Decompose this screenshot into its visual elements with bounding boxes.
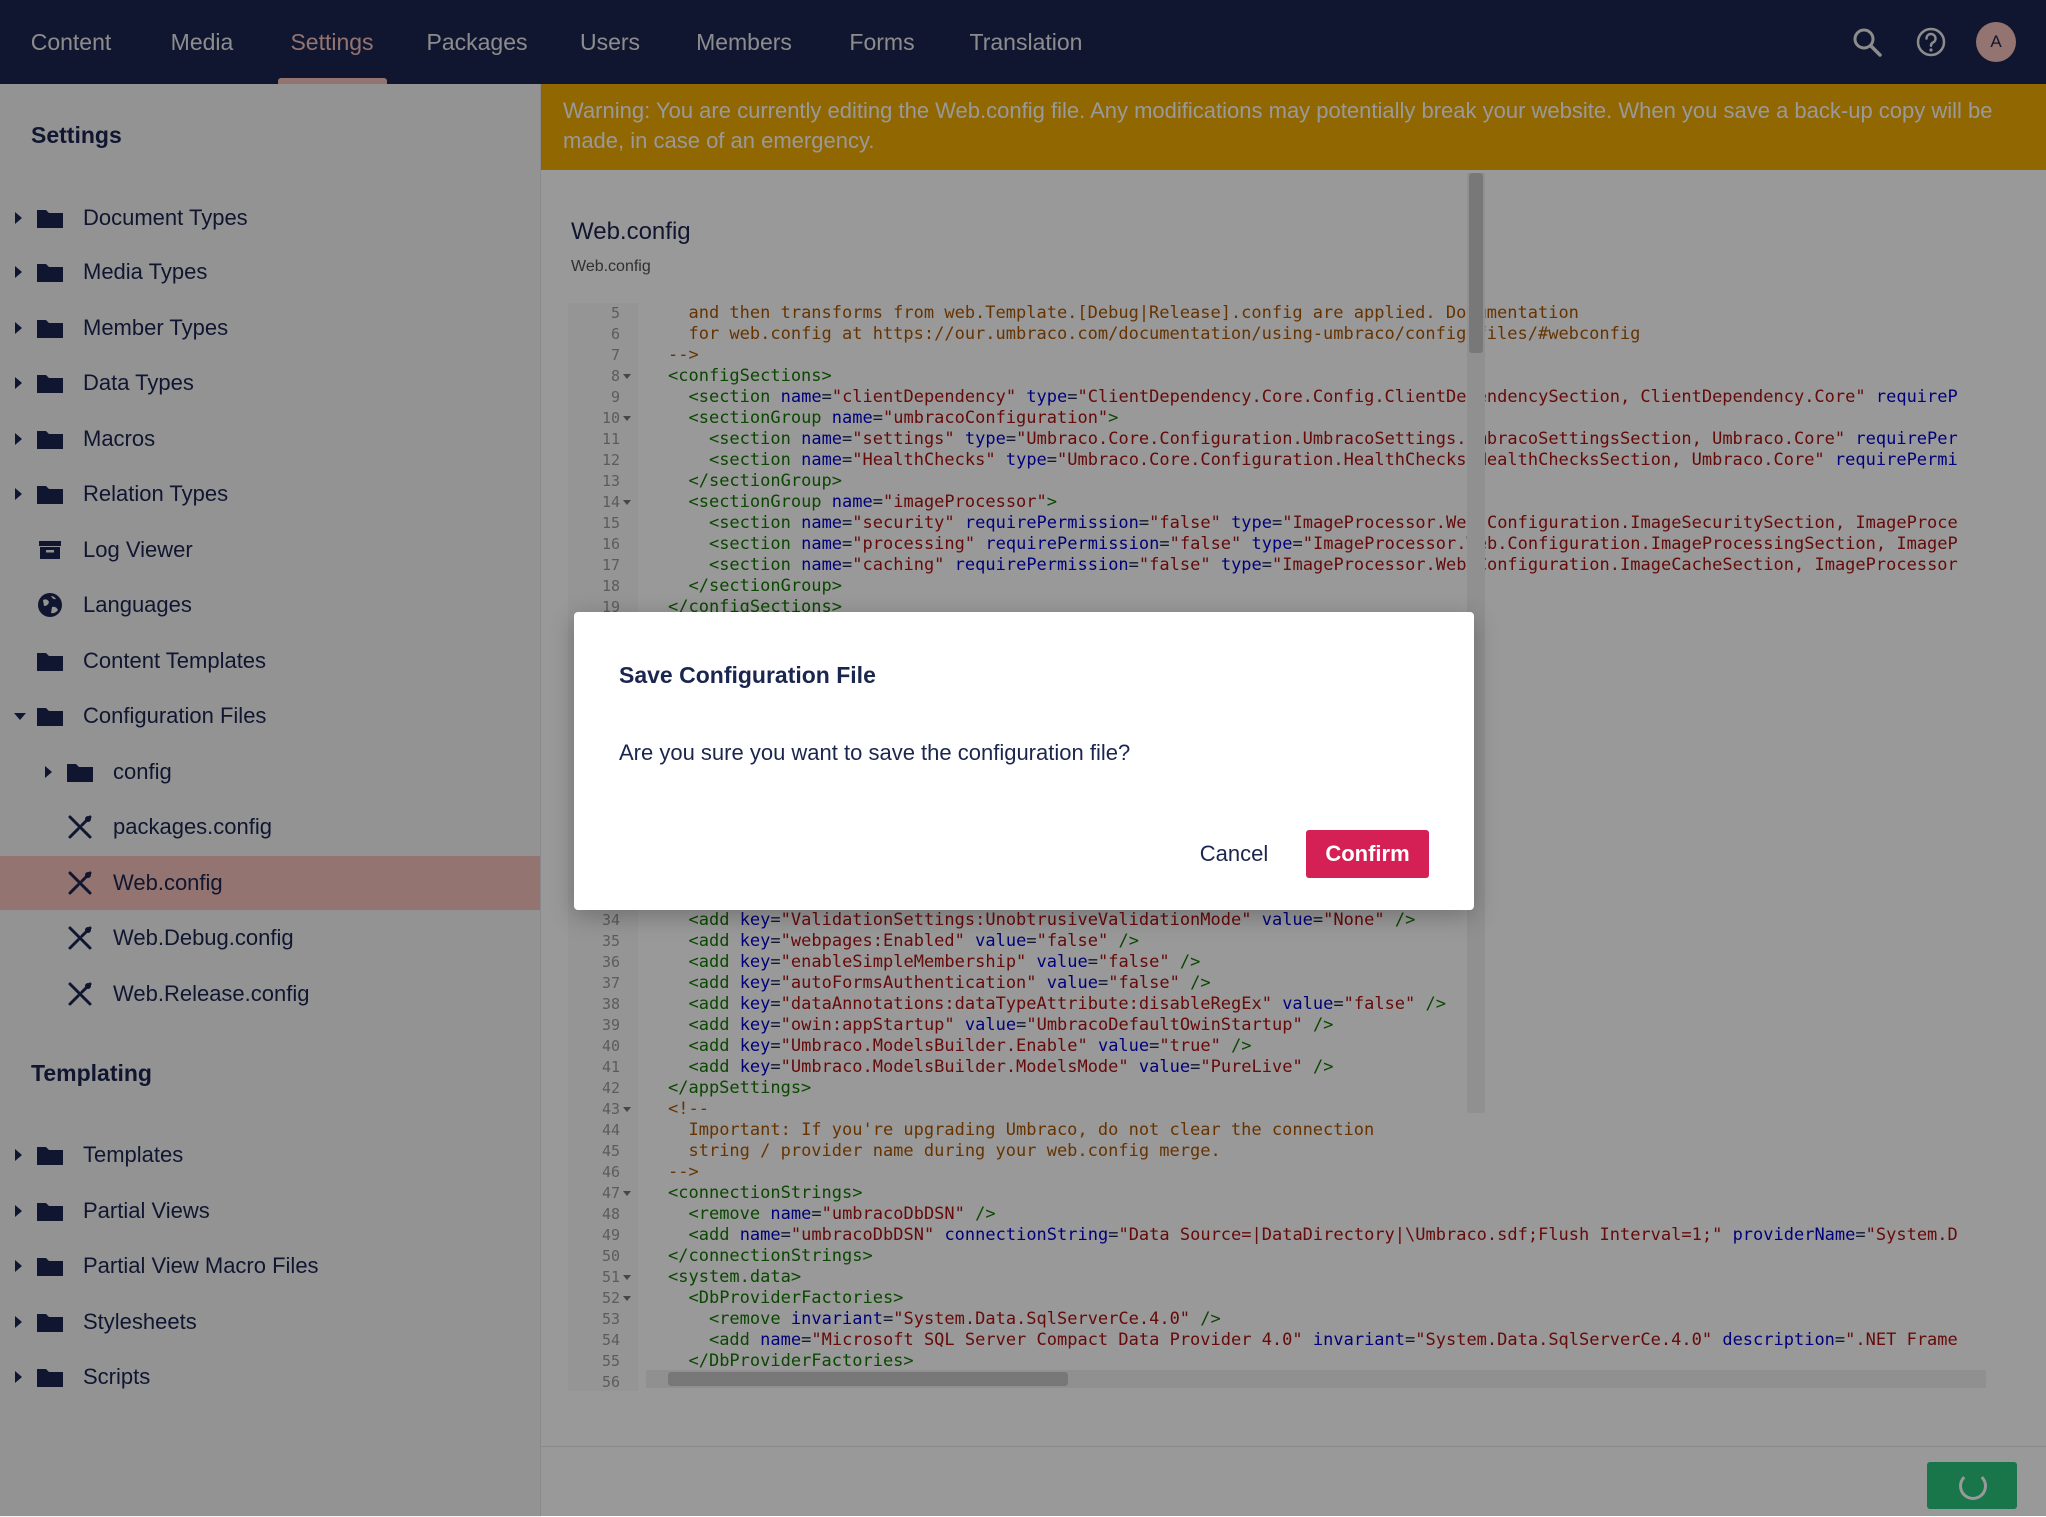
dialog-title: Save Configuration File xyxy=(619,662,876,688)
dialog-message: Are you sure you want to save the config… xyxy=(619,740,1131,765)
confirm-button[interactable]: Confirm xyxy=(1306,830,1429,878)
cancel-button[interactable]: Cancel xyxy=(1184,830,1284,878)
save-configuration-dialog: Save Configuration File Are you sure you… xyxy=(574,612,1474,910)
